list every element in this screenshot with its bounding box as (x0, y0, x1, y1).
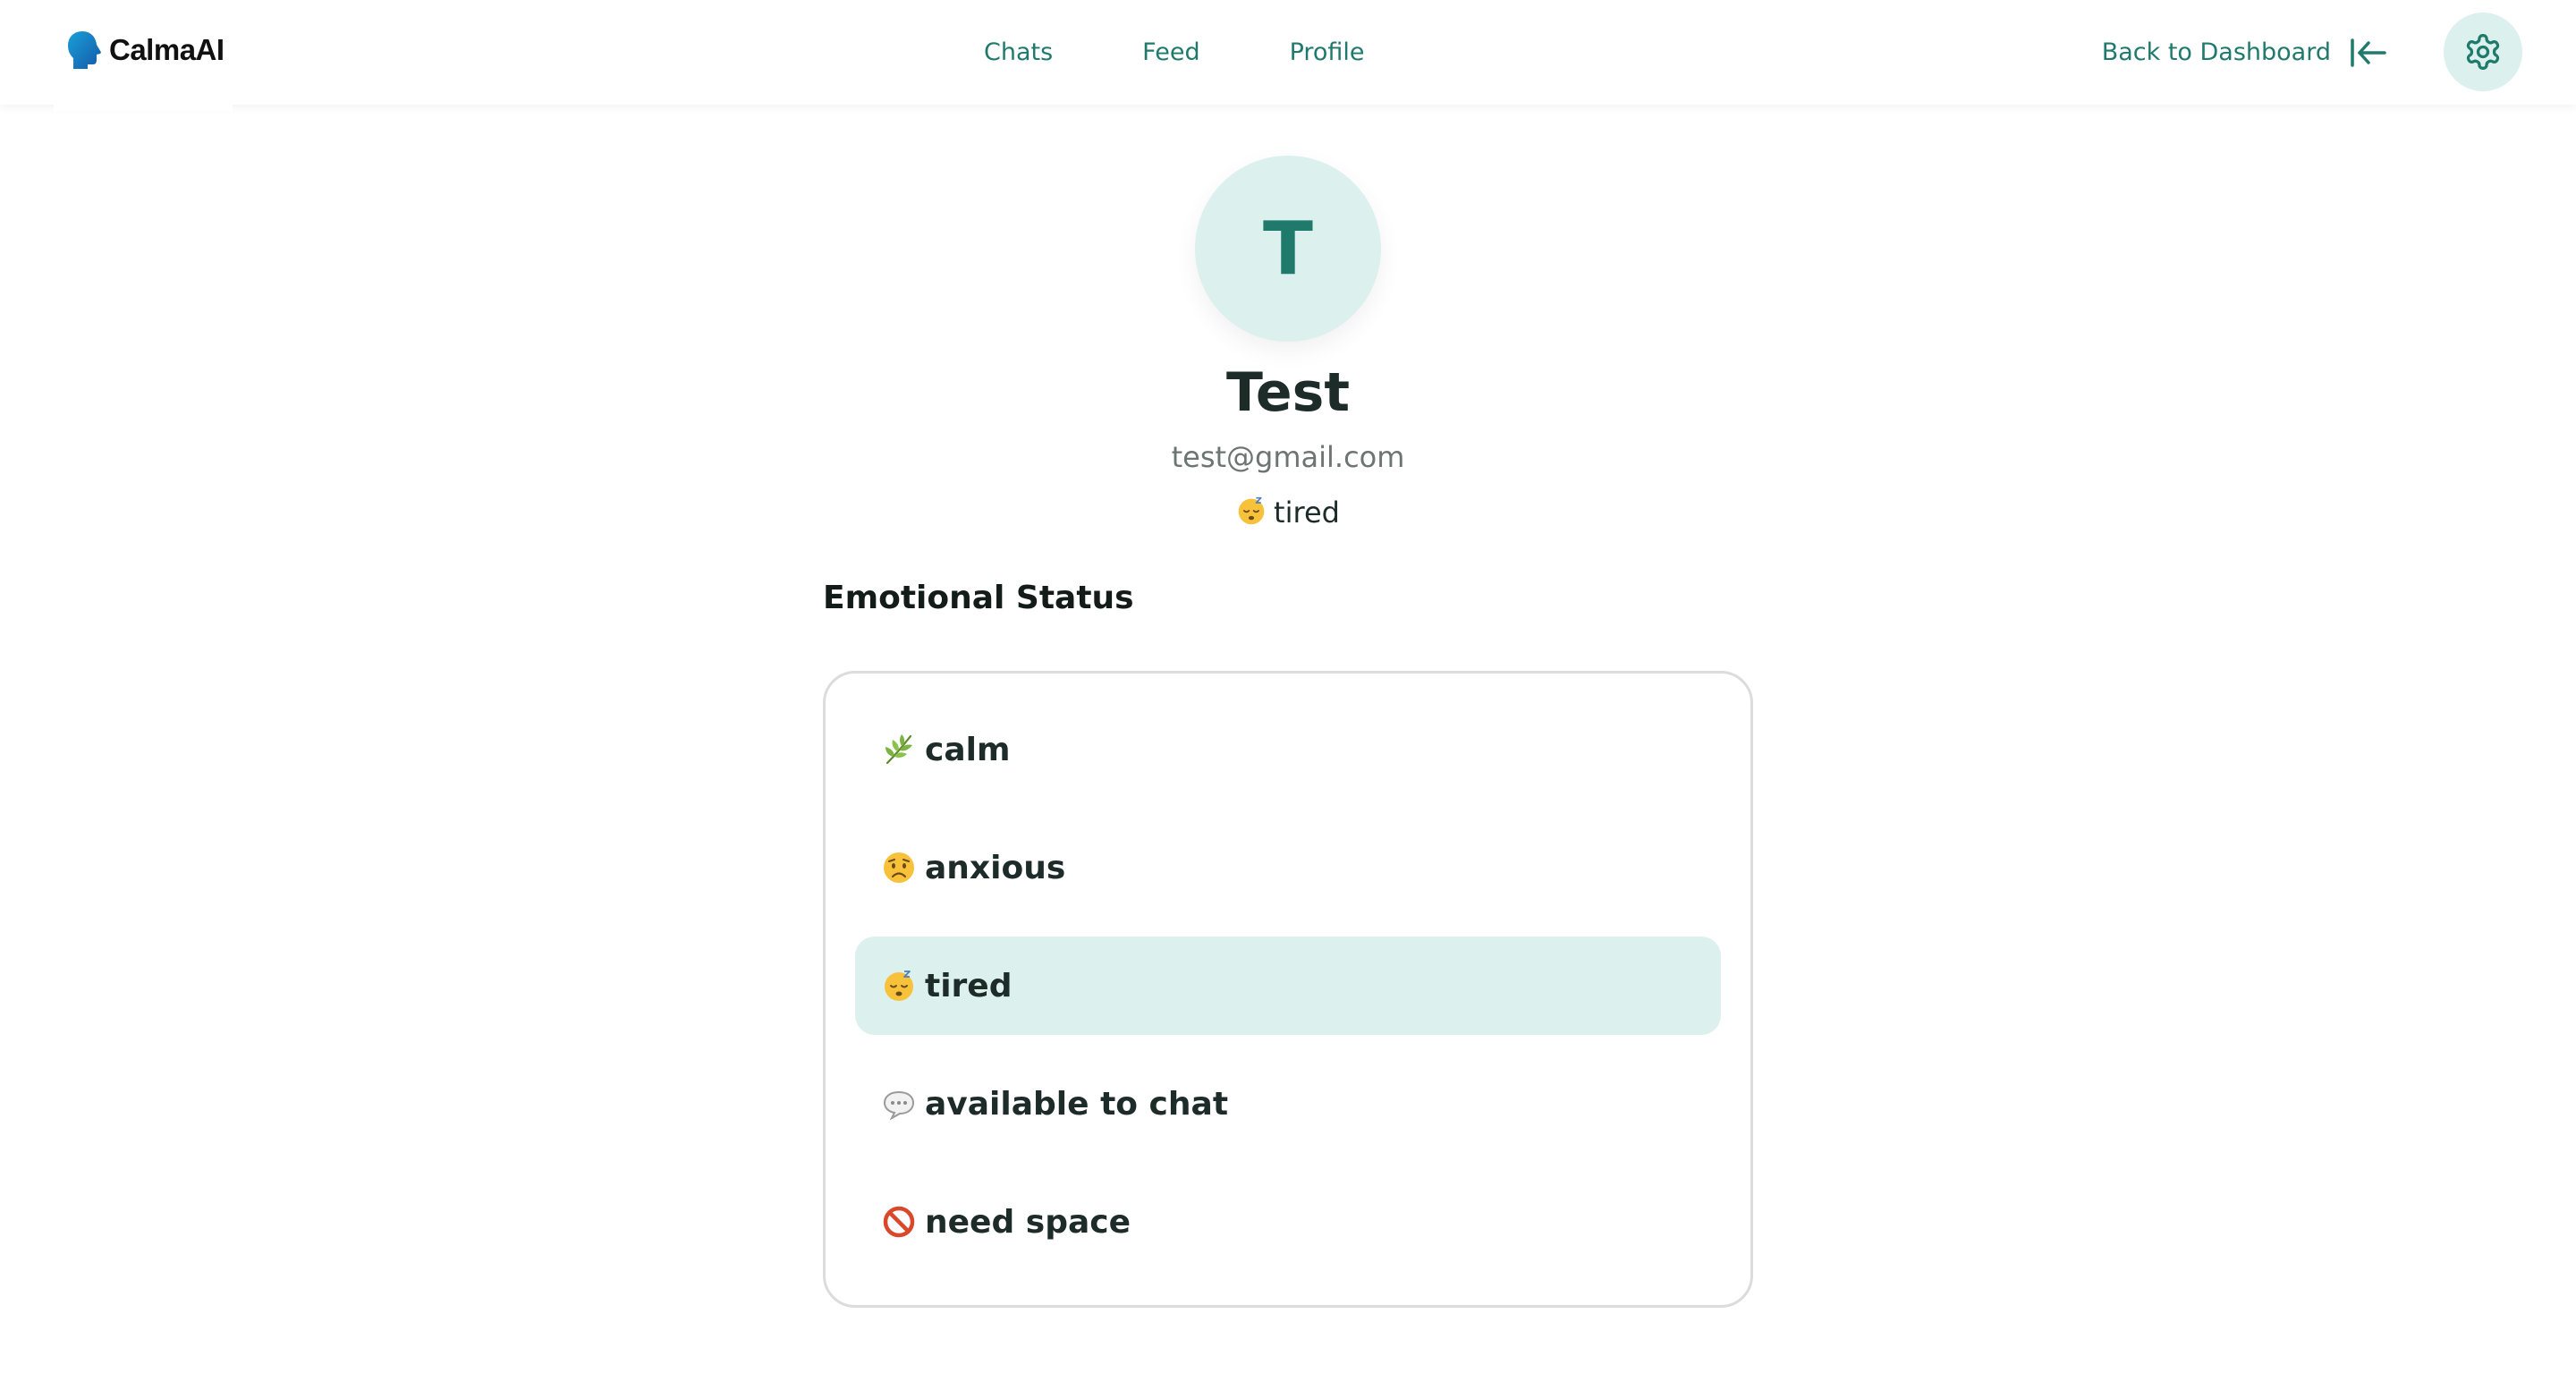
main-nav: Chats Feed Profile (984, 0, 1365, 105)
avatar: T (1195, 156, 1381, 342)
settings-button[interactable] (2444, 13, 2522, 91)
emotional-status-card: calm anxious tired available to chat nee… (823, 671, 1753, 1308)
status-option-label: calm (925, 731, 1011, 768)
sleeping-face-icon (1236, 496, 1267, 526)
current-status: tired (0, 496, 2576, 530)
status-option-need-space[interactable]: need space (855, 1173, 1721, 1271)
nav-logo-tab (54, 98, 233, 111)
sleeping-face-icon (882, 969, 916, 1003)
status-option-calm[interactable]: calm (855, 700, 1721, 799)
herb-leaf-icon (882, 733, 916, 767)
speech-bubble-icon (882, 1087, 916, 1121)
status-option-tired[interactable]: tired (855, 937, 1721, 1035)
emotional-status-title: Emotional Status (823, 580, 1134, 616)
status-option-label: need space (925, 1203, 1131, 1241)
back-to-dashboard-link[interactable]: Back to Dashboard (2102, 0, 2388, 105)
arrow-left-to-line-icon (2351, 38, 2386, 67)
brand-logo[interactable]: CalmaAI (66, 28, 225, 72)
nav-link-chats[interactable]: Chats (984, 38, 1053, 66)
status-option-label: anxious (925, 849, 1066, 886)
profile-name: Test (1225, 361, 1351, 424)
status-option-label: available to chat (925, 1085, 1229, 1123)
head-silhouette-icon (68, 31, 101, 69)
back-to-dashboard-label: Back to Dashboard (2101, 38, 2331, 66)
status-option-anxious[interactable]: anxious (855, 818, 1721, 917)
nav-link-profile[interactable]: Profile (1290, 38, 1365, 66)
brand-name: CalmaAI (109, 33, 225, 66)
current-status-label: tired (1274, 496, 1340, 530)
prohibited-icon (882, 1205, 916, 1239)
worried-face-icon (882, 851, 916, 885)
nav-link-feed[interactable]: Feed (1142, 38, 1199, 66)
top-navbar: CalmaAI Chats Feed Profile Back to Dashb… (0, 0, 2576, 105)
gear-icon (2466, 34, 2500, 70)
profile-email: test@gmail.com (1171, 440, 1405, 474)
status-option-available-to-chat[interactable]: available to chat (855, 1055, 1721, 1153)
status-option-label: tired (925, 967, 1013, 1004)
